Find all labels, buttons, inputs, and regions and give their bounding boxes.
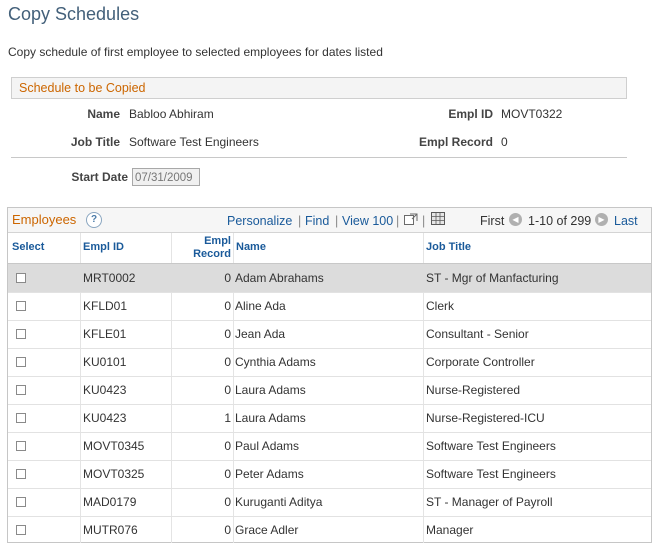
- grid-header-bar: Employees ? Personalize | Find | View 10…: [8, 208, 651, 233]
- column-header-empl-record-line1[interactable]: Empl: [173, 235, 231, 247]
- separator: |: [298, 214, 302, 228]
- row-empl-id: MAD0179: [83, 495, 137, 509]
- first-label: First: [480, 214, 505, 228]
- previous-arrow-icon[interactable]: ◀: [509, 213, 522, 226]
- column-header-name[interactable]: Name: [236, 241, 266, 253]
- row-empl-record: 0: [224, 523, 231, 537]
- zoom-grid-icon[interactable]: [404, 213, 418, 225]
- row-job-title: Software Test Engineers: [426, 439, 556, 453]
- row-empl-id: MOVT0345: [83, 439, 145, 453]
- select-checkbox[interactable]: [16, 357, 26, 367]
- row-empl-record: 1: [224, 411, 231, 425]
- empl-record-value: 0: [501, 135, 508, 149]
- row-empl-id: KFLE01: [83, 327, 127, 341]
- row-name: Aline Ada: [235, 299, 286, 313]
- row-name: Jean Ada: [235, 327, 286, 341]
- row-name: Paul Adams: [235, 439, 300, 453]
- row-name: Kuruganti Aditya: [235, 495, 323, 509]
- row-empl-record: 0: [224, 271, 231, 285]
- row-empl-id: KU0423: [83, 383, 127, 397]
- personalize-link[interactable]: Personalize: [227, 214, 292, 228]
- row-job-title: ST - Mgr of Manfacturing: [426, 271, 559, 285]
- row-empl-id: MRT0002: [83, 271, 136, 285]
- separator: |: [335, 214, 339, 228]
- select-checkbox[interactable]: [16, 385, 26, 395]
- row-empl-record: 0: [224, 383, 231, 397]
- select-checkbox[interactable]: [16, 441, 26, 451]
- row-job-title: Software Test Engineers: [426, 467, 556, 481]
- job-title-label: Job Title: [70, 135, 120, 149]
- row-empl-record: 0: [224, 299, 231, 313]
- help-icon[interactable]: ?: [86, 212, 102, 228]
- empl-record-label: Empl Record: [418, 135, 493, 149]
- table-row[interactable]: KFLD01 0 Aline Ada Clerk: [8, 292, 651, 321]
- select-checkbox[interactable]: [16, 273, 26, 283]
- download-icon[interactable]: [431, 212, 445, 225]
- empl-id-label: Empl ID: [448, 107, 493, 121]
- table-row[interactable]: MAD0179 0 Kuruganti Aditya ST - Manager …: [8, 488, 651, 517]
- schedule-section-header: Schedule to be Copied: [11, 77, 627, 99]
- row-job-title: Manager: [426, 523, 474, 537]
- select-checkbox[interactable]: [16, 525, 26, 535]
- row-name: Grace Adler: [235, 523, 299, 537]
- select-checkbox[interactable]: [16, 469, 26, 479]
- page-title: Copy Schedules: [8, 4, 140, 24]
- row-job-title: Consultant - Senior: [426, 327, 529, 341]
- table-row[interactable]: MUTR076 0 Grace Adler Manager: [8, 516, 651, 544]
- row-empl-id: MOVT0325: [83, 467, 145, 481]
- row-empl-record: 0: [224, 467, 231, 481]
- column-header-select[interactable]: Select: [12, 241, 44, 253]
- pagination-range: 1-10 of 299: [528, 214, 592, 228]
- name-value: Babloo Abhiram: [129, 107, 214, 121]
- row-name: Laura Adams: [235, 411, 306, 425]
- separator: |: [396, 214, 400, 228]
- start-date-label: Start Date: [71, 170, 128, 184]
- page-instruction: Copy schedule of first employee to selec…: [8, 45, 383, 59]
- row-empl-record: 0: [224, 439, 231, 453]
- row-name: Peter Adams: [235, 467, 304, 481]
- schedule-section-title: Schedule to be Copied: [19, 81, 146, 95]
- row-name: Cynthia Adams: [235, 355, 316, 369]
- row-job-title: Corporate Controller: [426, 355, 535, 369]
- table-row[interactable]: MOVT0325 0 Peter Adams Software Test Eng…: [8, 460, 651, 489]
- row-job-title: Nurse-Registered-ICU: [426, 411, 545, 425]
- find-link[interactable]: Find: [305, 214, 329, 228]
- column-header-empl-id[interactable]: Empl ID: [83, 241, 124, 253]
- column-header-empl-record-line2[interactable]: Record: [173, 248, 231, 260]
- select-checkbox[interactable]: [16, 329, 26, 339]
- row-empl-id: KU0101: [83, 355, 127, 369]
- row-job-title: ST - Manager of Payroll: [426, 495, 553, 509]
- row-empl-id: MUTR076: [83, 523, 138, 537]
- next-arrow-icon[interactable]: ▶: [595, 213, 608, 226]
- table-row[interactable]: MOVT0345 0 Paul Adams Software Test Engi…: [8, 432, 651, 461]
- select-checkbox[interactable]: [16, 301, 26, 311]
- table-row[interactable]: KU0101 0 Cynthia Adams Corporate Control…: [8, 348, 651, 377]
- row-empl-record: 0: [224, 355, 231, 369]
- grid-title: Employees: [12, 212, 77, 227]
- table-row[interactable]: MRT0002 0 Adam Abrahams ST - Mgr of Manf…: [8, 264, 651, 293]
- row-job-title: Nurse-Registered: [426, 383, 521, 397]
- divider: [11, 157, 627, 158]
- separator: |: [422, 214, 426, 228]
- employees-grid: Employees ? Personalize | Find | View 10…: [7, 207, 652, 543]
- empl-id-value: MOVT0322: [501, 107, 563, 121]
- row-empl-id: KU0423: [83, 411, 127, 425]
- view-100-link[interactable]: View 100: [342, 214, 393, 228]
- select-checkbox[interactable]: [16, 413, 26, 423]
- name-label: Name: [87, 107, 120, 121]
- row-name: Adam Abrahams: [235, 271, 324, 285]
- row-empl-record: 0: [224, 495, 231, 509]
- row-name: Laura Adams: [235, 383, 306, 397]
- last-link[interactable]: Last: [614, 214, 638, 228]
- start-date-field[interactable]: 07/31/2009: [132, 168, 200, 186]
- table-row[interactable]: KFLE01 0 Jean Ada Consultant - Senior: [8, 320, 651, 349]
- table-row[interactable]: KU0423 1 Laura Adams Nurse-Registered-IC…: [8, 404, 651, 433]
- column-header-job-title[interactable]: Job Title: [426, 241, 471, 253]
- select-checkbox[interactable]: [16, 497, 26, 507]
- row-empl-record: 0: [224, 327, 231, 341]
- job-title-value: Software Test Engineers: [129, 135, 259, 149]
- row-empl-id: KFLD01: [83, 299, 128, 313]
- table-row[interactable]: KU0423 0 Laura Adams Nurse-Registered: [8, 376, 651, 405]
- row-job-title: Clerk: [426, 299, 455, 313]
